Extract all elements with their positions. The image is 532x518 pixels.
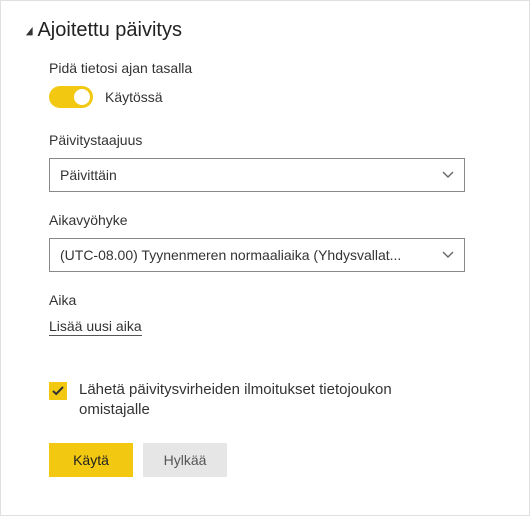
- frequency-group: Päivitystaajuus Päivittäin: [49, 132, 505, 192]
- timezone-label: Aikavyöhyke: [49, 212, 505, 228]
- scheduled-refresh-panel: ◢ Ajoitettu päivitys Pidä tietosi ajan t…: [0, 0, 530, 516]
- toggle-knob-icon: [74, 89, 90, 105]
- section-header[interactable]: ◢ Ajoitettu päivitys: [25, 19, 505, 42]
- frequency-value: Päivittäin: [60, 167, 117, 183]
- notify-label: Lähetä päivitysvirheiden ilmoitukset tie…: [79, 380, 399, 421]
- timezone-value: (UTC-08.00) Tyynenmeren normaaliaika (Yh…: [60, 247, 401, 263]
- keep-data-toggle-row: Käytössä: [49, 86, 505, 108]
- chevron-down-icon: [442, 171, 454, 179]
- frequency-label: Päivitystaajuus: [49, 132, 505, 148]
- collapse-caret-icon: ◢: [26, 24, 33, 37]
- time-group: Aika Lisää uusi aika: [49, 292, 505, 360]
- frequency-select[interactable]: Päivittäin: [49, 158, 465, 192]
- timezone-group: Aikavyöhyke (UTC-08.00) Tyynenmeren norm…: [49, 212, 505, 272]
- section-body: Pidä tietosi ajan tasalla Käytössä Päivi…: [25, 60, 505, 477]
- apply-button[interactable]: Käytä: [49, 443, 133, 477]
- discard-button[interactable]: Hylkää: [143, 443, 227, 477]
- keep-data-toggle[interactable]: [49, 86, 93, 108]
- section-title: Ajoitettu päivitys: [37, 19, 182, 42]
- button-row: Käytä Hylkää: [49, 443, 505, 477]
- chevron-down-icon: [442, 251, 454, 259]
- toggle-state-label: Käytössä: [105, 89, 163, 105]
- keep-data-label: Pidä tietosi ajan tasalla: [49, 60, 505, 76]
- add-time-link[interactable]: Lisää uusi aika: [49, 318, 142, 336]
- timezone-select[interactable]: (UTC-08.00) Tyynenmeren normaaliaika (Yh…: [49, 238, 465, 272]
- checkmark-icon: [52, 386, 64, 396]
- notify-row: Lähetä päivitysvirheiden ilmoitukset tie…: [49, 380, 505, 421]
- time-label: Aika: [49, 292, 505, 308]
- notify-checkbox[interactable]: [49, 382, 67, 400]
